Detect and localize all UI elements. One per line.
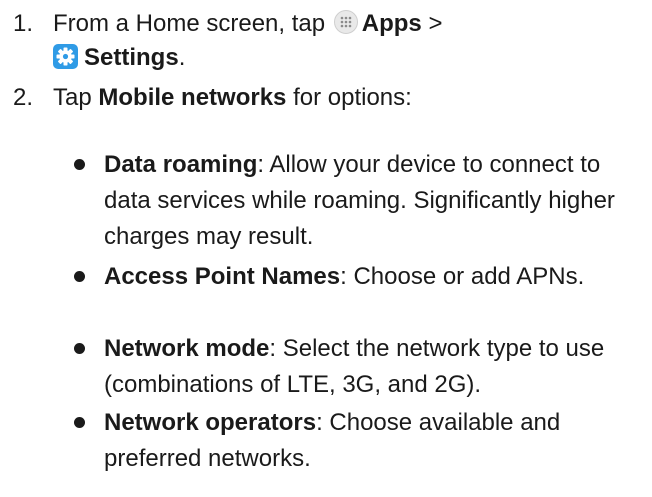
bullet-dot (74, 417, 85, 428)
bullet-dot (74, 343, 85, 354)
option-title: Data roaming (104, 151, 258, 178)
apps-grid-icon (333, 10, 358, 34)
option-title: Access Point Names (104, 263, 341, 290)
step-suffix: for options: (293, 84, 412, 111)
option-description: : Choose or add APNs. (340, 263, 585, 290)
separator: > (428, 10, 443, 37)
option-text: Network operators: Choose available and … (104, 405, 649, 477)
instructions-document: 1. From a Home screen, tap Apps > Settin… (0, 0, 652, 497)
step-text: From a Home screen, tap Apps > (53, 7, 442, 41)
step-suffix: . (178, 44, 186, 71)
apps-label: Apps (361, 10, 422, 37)
option-text: Data roaming: Allow your device to conne… (104, 147, 649, 255)
bullet-dot (74, 271, 85, 282)
step-number: 2. (13, 84, 34, 111)
option-title: Network operators (104, 409, 317, 436)
step-prefix: Tap (53, 84, 92, 111)
option-text: Network mode: Select the network type to… (104, 331, 649, 403)
option-title: Network mode (104, 335, 270, 362)
option-text: Access Point Names: Choose or add APNs. (104, 259, 649, 295)
step-text: Tap Mobile networks for options: (53, 81, 412, 115)
step-text-line-2: Settings. (53, 41, 185, 75)
step-prefix: From a Home screen, tap (53, 10, 326, 37)
bullet-dot (74, 159, 85, 170)
mobile-networks-label: Mobile networks (98, 84, 287, 111)
settings-label: Settings (84, 44, 179, 71)
step-number: 1. (13, 10, 34, 37)
gear-icon (53, 44, 78, 69)
